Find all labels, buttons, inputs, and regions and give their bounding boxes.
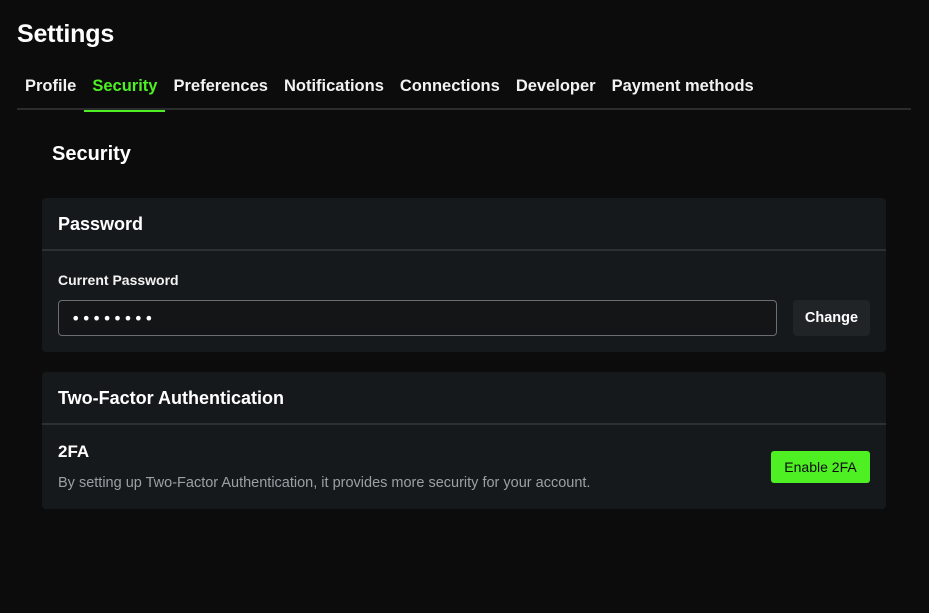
password-card: Password Current Password Change	[42, 198, 886, 352]
section-title: Security	[52, 143, 131, 165]
tab-security[interactable]: Security	[84, 70, 166, 112]
enable-2fa-button[interactable]: Enable 2FA	[771, 451, 870, 483]
current-password-label: Current Password	[58, 272, 179, 288]
two-factor-description: By setting up Two-Factor Authentication,…	[58, 475, 591, 491]
tab-payment-methods[interactable]: Payment methods	[604, 70, 762, 110]
settings-page: Settings Profile Security Preferences No…	[0, 0, 929, 613]
two-factor-card-header: Two-Factor Authentication	[42, 372, 886, 425]
settings-tabs: Profile Security Preferences Notificatio…	[17, 70, 911, 112]
tab-connections[interactable]: Connections	[392, 70, 508, 110]
page-title: Settings	[17, 20, 115, 48]
two-factor-card: Two-Factor Authentication 2FA By setting…	[42, 372, 886, 509]
tab-developer[interactable]: Developer	[508, 70, 604, 110]
tab-notifications[interactable]: Notifications	[276, 70, 392, 110]
change-password-button[interactable]: Change	[793, 300, 870, 336]
tab-profile[interactable]: Profile	[17, 70, 84, 110]
two-factor-title: 2FA	[58, 442, 90, 461]
tab-preferences[interactable]: Preferences	[165, 70, 275, 110]
current-password-field[interactable]	[58, 300, 777, 336]
password-card-header: Password	[42, 198, 886, 251]
